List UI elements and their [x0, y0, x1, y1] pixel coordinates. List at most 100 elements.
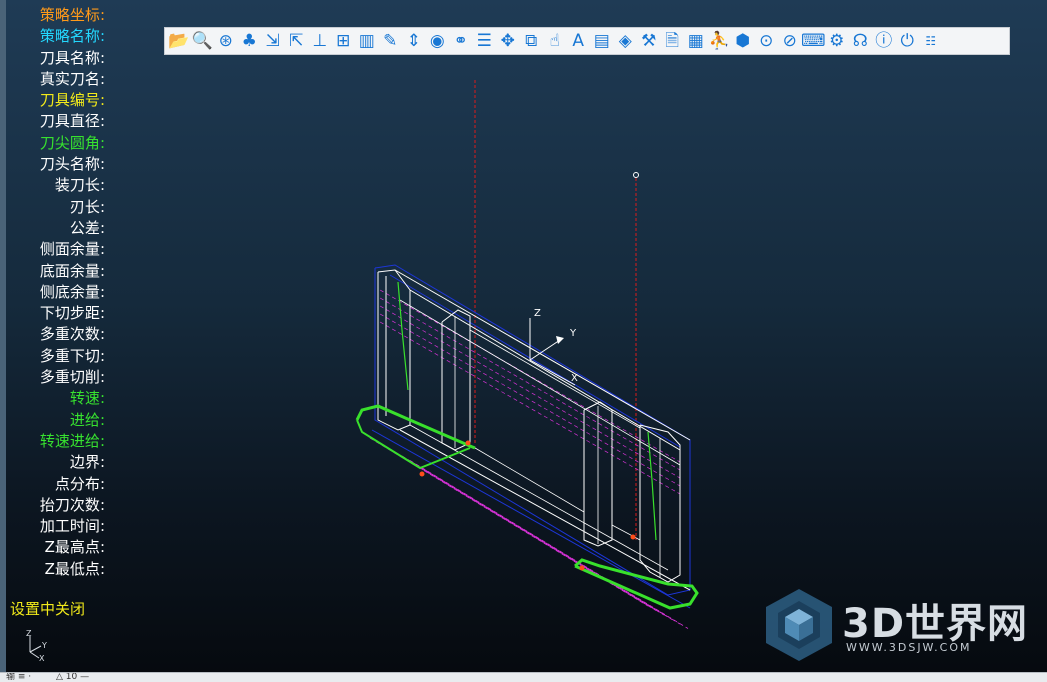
export-icon[interactable]: ⇲ [261, 29, 285, 53]
param-separator: : [99, 218, 105, 237]
z-axis-plot-icon[interactable]: ⊥ [308, 29, 332, 53]
inner-rail-wire [611, 524, 641, 541]
triad-y-label: Y [41, 641, 47, 650]
main-toolbar: 📂 🔍 ⊛ ♣ ⇲ ⇱ ⊥ ⊞ ▥ ✎ ⇕ ◉ ⚭ ☰ ✥ ⧉ ☝ A ▤ ◈ ⚒ 🗎 ▦ ⛹ ⬢ ⊙ ⊘ ⌨ ⚙ ☊ ⓘ ⏻ ☷ [164, 27, 1010, 55]
param-separator: : [99, 346, 105, 365]
param-row: 底面余量: [10, 261, 105, 282]
watermark: 3D世界网 WWW.3DSJW.COM [760, 585, 1040, 665]
toolpath-green [397, 281, 409, 391]
param-label: 多重次数 [39, 325, 100, 344]
param-separator: : [99, 325, 105, 344]
settings-close-link[interactable]: 设置中关闭 [10, 598, 85, 619]
param-row: 点分布: [10, 474, 105, 495]
param-label: 刀尖圆角 [39, 133, 100, 152]
axis-triad-icon: Z Y X [26, 629, 47, 662]
param-label: 策略坐标 [39, 6, 100, 24]
param-separator: : [99, 559, 105, 578]
param-row: 下切步距: [10, 303, 105, 324]
param-row: 多重次数: [10, 324, 105, 345]
toolpath-parameter-list: 策略坐标: 策略名称: 刀具名称: 真实刀名: 刀具编号: 刀具直径: 刀尖圆角: 刀头名称:… [10, 5, 105, 580]
param-label: 加工时间 [39, 517, 100, 536]
no-icon[interactable]: ⊘ [778, 29, 802, 53]
param-label: 多重切削 [39, 368, 100, 387]
param-separator: : [99, 133, 105, 152]
grid-icon[interactable]: ⊞ [332, 29, 356, 53]
info-icon[interactable]: ⓘ [872, 29, 896, 53]
left-post-wire [377, 269, 411, 431]
param-row: 侧面余量: [10, 239, 105, 260]
scene-y-label: Y [569, 328, 577, 339]
param-row: 抬刀次数: [10, 495, 105, 516]
param-row: Z最高点: [10, 537, 105, 558]
cluster-icon[interactable]: ♣ [238, 29, 262, 53]
param-separator: : [99, 495, 105, 514]
param-label: 转速 [69, 389, 100, 408]
param-label: 公差 [69, 218, 100, 237]
excel-icon[interactable]: ▦ [684, 29, 708, 53]
box-icon[interactable]: ⬢ [731, 29, 755, 53]
entry-point-marker [465, 440, 471, 446]
view-icon[interactable]: ◉ [426, 29, 450, 53]
scene-x-label: X [571, 373, 578, 384]
param-row: 多重下切: [10, 346, 105, 367]
param-separator: : [99, 240, 105, 259]
headset-icon[interactable]: ☊ [849, 29, 873, 53]
settings-cn-icon[interactable]: ☷ [919, 29, 943, 53]
report-icon[interactable]: 🗎 [661, 29, 685, 53]
tool-origin-marker [633, 172, 639, 178]
link-icon[interactable]: ⚭ [449, 29, 473, 53]
param-label: Z最低点 [44, 559, 100, 578]
entry-point-marker [419, 471, 425, 477]
param-label: 侧底余量 [39, 282, 100, 301]
param-separator: : [99, 155, 105, 174]
open-folder-icon[interactable]: 📂 [167, 29, 191, 53]
zoom-icon[interactable]: 🔍 [191, 29, 215, 53]
book-icon[interactable]: ▥ [355, 29, 379, 53]
param-row: 策略坐标: [10, 5, 105, 26]
param-row: 刃长: [10, 197, 105, 218]
run-icon[interactable]: ⛹ [708, 29, 732, 53]
param-separator: : [99, 27, 105, 46]
text-icon[interactable]: A [567, 29, 591, 53]
power-icon[interactable]: ⏻ [896, 29, 920, 53]
param-separator: : [99, 197, 105, 216]
3d-viewport[interactable]: ZYX 策略坐标: 策略名称: 刀具名称: 真实刀名: 刀具编号: 刀具直径: 刀尖圆角: 刀… [0, 0, 1047, 672]
gear-icon[interactable]: ⚙ [825, 29, 849, 53]
param-label: 真实刀名 [39, 69, 100, 88]
param-separator: : [99, 368, 105, 387]
hand-icon[interactable]: ☝ [543, 29, 567, 53]
reorder-icon[interactable]: ⇕ [402, 29, 426, 53]
document-icon[interactable]: ▤ [590, 29, 614, 53]
param-label: 刀头名称 [39, 155, 100, 174]
param-separator: : [99, 453, 105, 472]
param-label: 边界 [69, 453, 100, 472]
edit-icon[interactable]: ✎ [379, 29, 403, 53]
move-icon[interactable]: ✥ [496, 29, 520, 53]
tools-icon[interactable]: ⚒ [637, 29, 661, 53]
scene-y-arrow [556, 336, 564, 344]
param-separator: : [99, 69, 105, 88]
param-row: 多重切削: [10, 367, 105, 388]
param-row: 刀头名称: [10, 154, 105, 175]
param-label: 多重下切 [39, 346, 100, 365]
param-row: 装刀长: [10, 175, 105, 196]
param-label: 转速进给 [39, 431, 100, 450]
param-row: 策略名称: [10, 26, 105, 47]
param-label: 下切步距 [39, 304, 100, 323]
param-separator: : [99, 389, 105, 408]
param-row: 刀具编号: [10, 90, 105, 111]
param-label: 装刀长 [54, 176, 100, 195]
toolpath-web-icon[interactable]: ⊛ [214, 29, 238, 53]
param-separator: : [99, 6, 105, 24]
layers-icon[interactable]: ◈ [614, 29, 638, 53]
list-icon[interactable]: ☰ [473, 29, 497, 53]
param-separator: : [99, 474, 105, 493]
center-post-wire [441, 309, 471, 451]
entry-point-marker [630, 534, 636, 540]
copy-icon[interactable]: ⧉ [520, 29, 544, 53]
param-row: 转速进给: [10, 431, 105, 452]
keyboard-icon[interactable]: ⌨ [801, 29, 826, 53]
import-icon[interactable]: ⇱ [285, 29, 309, 53]
param-row: 加工时间: [10, 516, 105, 537]
target-icon[interactable]: ⊙ [755, 29, 779, 53]
